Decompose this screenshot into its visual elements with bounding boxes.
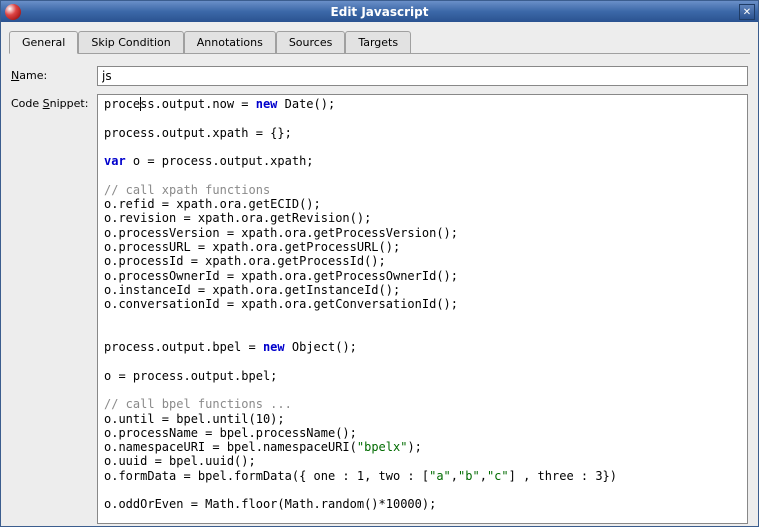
close-button[interactable]: ✕ bbox=[739, 4, 755, 20]
code-snippet-editor[interactable]: process.output.now = new Date(); process… bbox=[97, 94, 748, 524]
tab-bar: General Skip Condition Annotations Sourc… bbox=[9, 30, 750, 54]
tab-label: Sources bbox=[289, 36, 333, 49]
tab-label: Annotations bbox=[197, 36, 263, 49]
close-icon: ✕ bbox=[743, 7, 751, 18]
name-label: Name: bbox=[11, 66, 91, 82]
code-content[interactable]: process.output.now = new Date(); process… bbox=[98, 95, 747, 514]
app-icon bbox=[5, 4, 21, 20]
titlebar[interactable]: Edit Javascript ✕ bbox=[1, 1, 758, 22]
tab-label: Skip Condition bbox=[91, 36, 170, 49]
dialog-window: Edit Javascript ✕ General Skip Condition… bbox=[0, 0, 759, 527]
tab-general[interactable]: General bbox=[9, 31, 78, 54]
window-title: Edit Javascript bbox=[331, 5, 429, 19]
tab-panel-general: Name: Code Snippet: process.output.now =… bbox=[9, 54, 750, 526]
tab-label: General bbox=[22, 36, 65, 49]
snippet-label: Code Snippet: bbox=[11, 94, 91, 110]
tab-targets[interactable]: Targets bbox=[345, 31, 411, 54]
name-input[interactable] bbox=[97, 66, 748, 86]
tab-skip-condition[interactable]: Skip Condition bbox=[78, 31, 183, 54]
tab-label: Targets bbox=[358, 36, 398, 49]
tab-sources[interactable]: Sources bbox=[276, 31, 346, 54]
dialog-content: General Skip Condition Annotations Sourc… bbox=[1, 22, 758, 526]
tab-annotations[interactable]: Annotations bbox=[184, 31, 276, 54]
